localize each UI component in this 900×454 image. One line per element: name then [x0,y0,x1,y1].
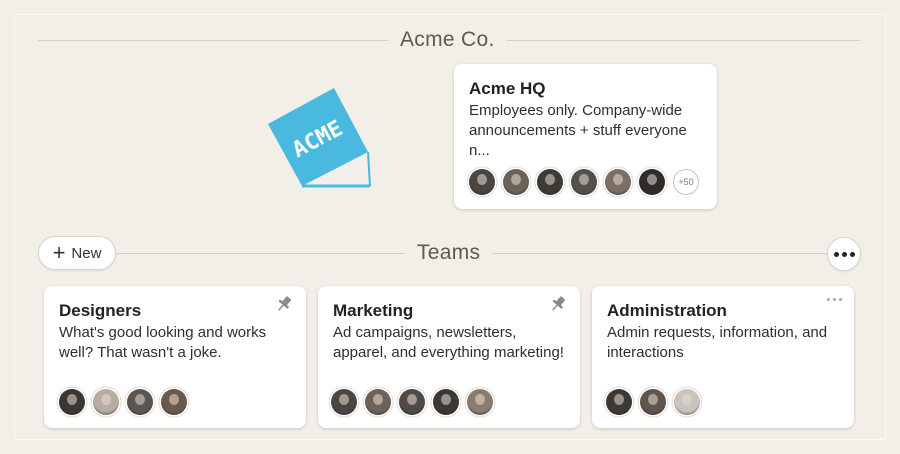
hq-card[interactable]: Acme HQ Employees only. Company-wide ann… [454,64,717,209]
acme-logo-icon: ACME [268,88,371,188]
avatar[interactable] [331,389,357,415]
plus-icon: + [52,240,66,265]
team-description: What's good looking and works well? That… [59,324,267,361]
team-description: Ad campaigns, newsletters, apparel, and … [333,324,564,361]
company-logo[interactable]: ACME [264,84,376,192]
avatar[interactable] [640,389,666,415]
card-options-icon[interactable] [827,298,842,301]
avatar[interactable] [161,389,187,415]
avatar[interactable] [674,389,700,415]
company-name: Acme Co. [388,27,507,53]
avatar[interactable] [433,389,459,415]
team-title: Marketing [333,301,414,320]
more-members-badge[interactable]: +50 [673,169,699,195]
team-title: Designers [59,301,142,320]
team-card[interactable]: Administration Admin requests, informati… [592,286,854,428]
avatar[interactable] [605,169,631,195]
team-title: Administration [607,301,727,320]
avatar[interactable] [467,389,493,415]
pin-icon[interactable] [274,294,294,314]
more-icon [833,251,839,257]
team-avatars [606,389,700,415]
avatar[interactable] [127,389,153,415]
hq-title: Acme HQ [469,79,546,98]
new-team-label: New [71,244,102,262]
team-card[interactable]: Marketing Ad campaigns, newsletters, app… [318,286,580,428]
new-team-button[interactable]: + New [38,236,116,270]
pin-icon[interactable] [548,294,568,314]
team-avatars [59,389,187,415]
avatar[interactable] [93,389,119,415]
team-avatars [331,389,493,415]
avatar[interactable] [365,389,391,415]
avatar[interactable] [59,389,85,415]
hq-avatars: +50 [469,169,699,195]
team-description: Admin requests, information, and interac… [607,324,828,361]
avatar[interactable] [399,389,425,415]
hq-description: Employees only. Company-wide announcemen… [469,102,687,159]
avatar[interactable] [537,169,563,195]
avatar[interactable] [639,169,665,195]
avatar[interactable] [606,389,632,415]
avatar[interactable] [469,169,495,195]
avatar[interactable] [503,169,529,195]
teams-title: Teams [405,240,493,266]
team-card[interactable]: Designers What's good looking and works … [44,286,306,428]
avatar[interactable] [571,169,597,195]
teams-options-button[interactable] [827,237,861,271]
